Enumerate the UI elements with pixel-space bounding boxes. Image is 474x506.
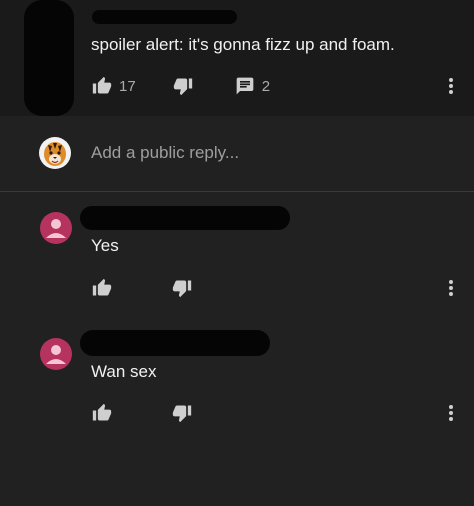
- more-vert-icon[interactable]: [443, 75, 459, 97]
- thumb-down-icon[interactable]: [171, 277, 193, 299]
- reply-count: 2: [261, 77, 271, 95]
- reply-comment-actions: [91, 276, 193, 300]
- person-icon: [40, 212, 72, 244]
- thumb-down-icon[interactable]: [171, 402, 193, 424]
- thumb-down-icon[interactable]: [172, 75, 194, 97]
- more-vert-icon[interactable]: [443, 402, 459, 424]
- redacted-author-name: [80, 206, 290, 230]
- reply-input[interactable]: Add a public reply...: [91, 143, 239, 163]
- parent-comment-actions: 17 2: [91, 74, 270, 98]
- more-vert-icon[interactable]: [443, 277, 459, 299]
- thumb-up-icon[interactable]: [91, 402, 113, 424]
- redacted-author-name: [92, 10, 237, 24]
- redacted-author-name: [80, 330, 270, 356]
- reply-comment-actions: [91, 401, 193, 425]
- like-count: 17: [119, 77, 136, 95]
- parent-comment-text: spoiler alert: it's gonna fizz up and fo…: [91, 35, 395, 54]
- thumb-up-icon[interactable]: [91, 277, 113, 299]
- comment-icon[interactable]: [234, 75, 256, 97]
- reply-comment-text: Wan sex: [91, 362, 157, 381]
- tiger-avatar-icon: [39, 137, 71, 169]
- add-reply-row: Add a public reply...: [0, 117, 474, 192]
- redacted-avatar: [24, 0, 74, 116]
- reply-comment-text: Yes: [91, 236, 119, 255]
- thumb-up-icon[interactable]: [91, 75, 113, 97]
- person-icon: [40, 338, 72, 370]
- parent-comment: spoiler alert: it's gonna fizz up and fo…: [0, 0, 474, 116]
